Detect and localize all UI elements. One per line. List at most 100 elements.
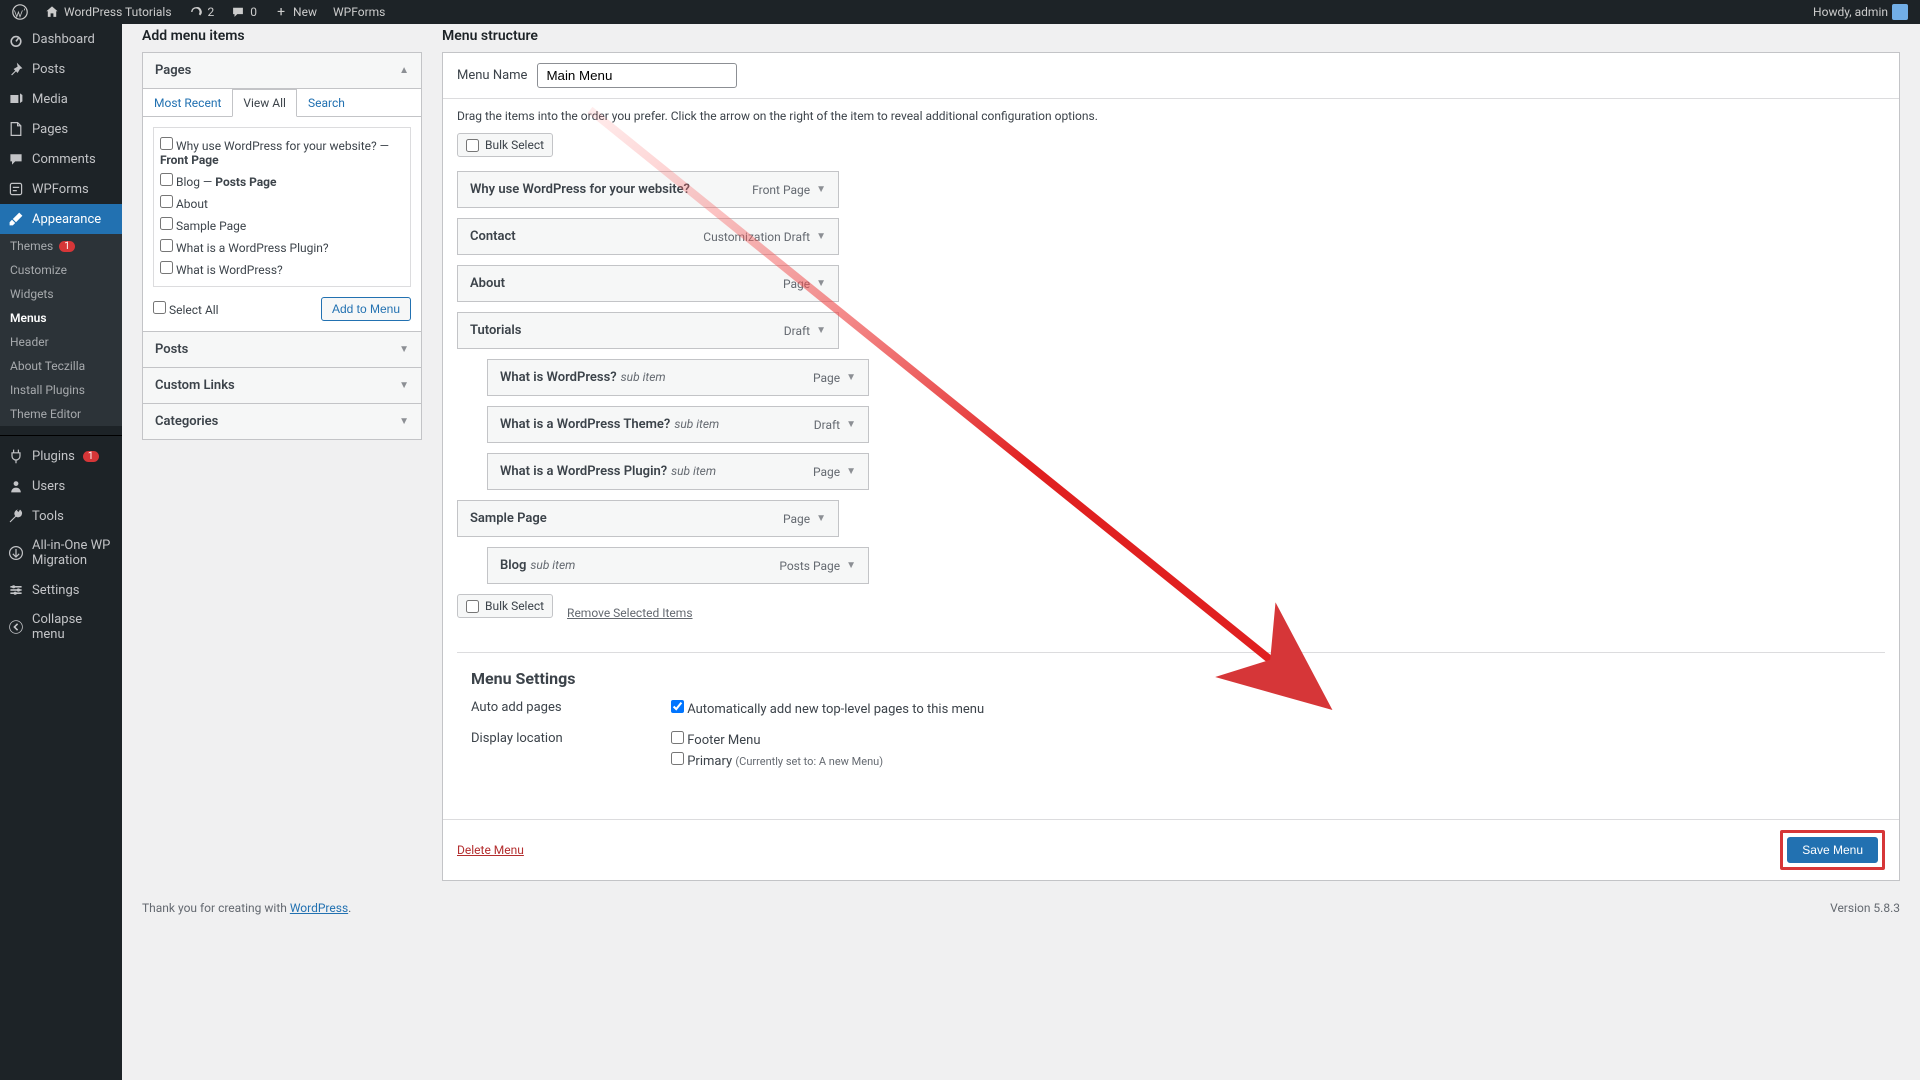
chevron-down-icon[interactable]: ▼ — [816, 325, 826, 336]
menu-item[interactable]: What is a WordPress Theme?sub itemDraft▼ — [487, 406, 869, 443]
submenu-about-teczilla[interactable]: About Teczilla — [0, 354, 122, 378]
categories-accordion-toggle[interactable]: Categories ▼ — [143, 404, 421, 439]
chevron-down-icon[interactable]: ▼ — [816, 184, 826, 195]
page-option[interactable]: About — [160, 192, 404, 214]
auto-add-checkbox[interactable] — [671, 700, 684, 713]
primary-checkbox[interactable] — [671, 752, 684, 765]
footer-menu-option[interactable]: Footer Menu — [671, 731, 883, 748]
menu-item-bar[interactable]: ContactCustomization Draft▼ — [458, 219, 838, 254]
sidebar-item-tools[interactable]: Tools — [0, 501, 122, 531]
chevron-down-icon[interactable]: ▼ — [846, 372, 856, 383]
comments-link[interactable]: 0 — [224, 4, 263, 20]
sidebar-item-media[interactable]: Media — [0, 84, 122, 114]
howdy-link[interactable]: Howdy, admin — [1807, 4, 1914, 20]
submenu-install-plugins[interactable]: Install Plugins — [0, 378, 122, 402]
add-to-menu-button[interactable]: Add to Menu — [321, 297, 411, 321]
sidebar-item-settings[interactable]: Settings — [0, 575, 122, 605]
wordpress-link[interactable]: WordPress — [290, 901, 348, 915]
menu-item-bar[interactable]: What is a WordPress Plugin?sub itemPage▼ — [488, 454, 868, 489]
menu-item-type: Page — [813, 465, 840, 479]
sidebar-item-collapse-menu[interactable]: Collapse menu — [0, 605, 122, 649]
sidebar-item-plugins[interactable]: Plugins1 — [0, 441, 122, 471]
footer-menu-checkbox[interactable] — [671, 731, 684, 744]
page-option[interactable]: What is a WordPress Plugin? — [160, 236, 404, 258]
menu-item[interactable]: TutorialsDraft▼ — [457, 312, 839, 349]
menu-name-input[interactable] — [537, 63, 737, 88]
sidebar-item-wpforms[interactable]: WPForms — [0, 174, 122, 204]
submenu-header[interactable]: Header — [0, 330, 122, 354]
page-option[interactable]: Sample Page — [160, 214, 404, 236]
submenu-themes[interactable]: Themes1 — [0, 234, 122, 258]
page-checkbox[interactable] — [160, 261, 173, 274]
chevron-down-icon[interactable]: ▼ — [846, 419, 856, 430]
chevron-down-icon[interactable]: ▼ — [846, 560, 856, 571]
menu-item[interactable]: What is WordPress?sub itemPage▼ — [487, 359, 869, 396]
select-all-toggle[interactable]: Select All — [153, 301, 219, 317]
sidebar-item-label: Settings — [32, 583, 79, 598]
submenu-theme-editor[interactable]: Theme Editor — [0, 402, 122, 426]
chevron-down-icon[interactable]: ▼ — [846, 466, 856, 477]
tab-search[interactable]: Search — [297, 89, 356, 117]
menu-item[interactable]: What is a WordPress Plugin?sub itemPage▼ — [487, 453, 869, 490]
primary-option[interactable]: Primary (Currently set to: A new Menu) — [671, 752, 883, 769]
posts-accordion-toggle[interactable]: Posts ▼ — [143, 332, 421, 367]
sidebar-item-users[interactable]: Users — [0, 471, 122, 501]
pages-accordion-toggle[interactable]: Pages ▲ — [143, 53, 421, 88]
auto-add-text: Automatically add new top-level pages to… — [687, 702, 984, 717]
sidebar-item-pages[interactable]: Pages — [0, 114, 122, 144]
submenu-customize[interactable]: Customize — [0, 258, 122, 282]
submenu-menus[interactable]: Menus — [0, 306, 122, 330]
submenu-widgets[interactable]: Widgets — [0, 282, 122, 306]
menu-item-bar[interactable]: AboutPage▼ — [458, 266, 838, 301]
chevron-down-icon[interactable]: ▼ — [816, 513, 826, 524]
chevron-down-icon[interactable]: ▼ — [816, 231, 826, 242]
menu-item-bar[interactable]: TutorialsDraft▼ — [458, 313, 838, 348]
tab-most-recent[interactable]: Most Recent — [143, 89, 232, 117]
menu-item-bar[interactable]: Why use WordPress for your website?Front… — [458, 172, 838, 207]
bulk-checkbox-bottom[interactable] — [466, 600, 479, 613]
select-all-label: Select All — [169, 303, 219, 317]
custom-links-accordion-toggle[interactable]: Custom Links ▼ — [143, 368, 421, 403]
delete-menu-link[interactable]: Delete Menu — [457, 843, 524, 857]
site-link[interactable]: WordPress Tutorials — [38, 4, 178, 20]
bulk-select-top[interactable]: Bulk Select — [457, 133, 553, 157]
pages-accordion: Pages ▲ Most Recent View All Search Why … — [142, 52, 422, 332]
page-checkbox[interactable] — [160, 173, 173, 186]
page-checkbox[interactable] — [160, 195, 173, 208]
select-all-checkbox[interactable] — [153, 301, 166, 314]
menu-item-bar[interactable]: Blogsub itemPosts Page▼ — [488, 548, 868, 583]
sidebar-item-all-in-one-wp-migration[interactable]: All-in-One WP Migration — [0, 531, 122, 575]
sidebar-item-appearance[interactable]: Appearance — [0, 204, 122, 234]
remove-selected-link[interactable]: Remove Selected Items — [567, 606, 692, 620]
menu-item[interactable]: ContactCustomization Draft▼ — [457, 218, 839, 255]
sidebar-item-dashboard[interactable]: Dashboard — [0, 24, 122, 54]
primary-text: Primary — [687, 754, 732, 769]
new-link[interactable]: + New — [267, 4, 323, 20]
user-icon — [8, 478, 24, 494]
menu-item[interactable]: Sample PagePage▼ — [457, 500, 839, 537]
wpforms-link[interactable]: WPForms — [327, 5, 391, 19]
menu-item-bar[interactable]: What is WordPress?sub itemPage▼ — [488, 360, 868, 395]
submenu-label: Install Plugins — [10, 383, 85, 397]
page-option[interactable]: What is WordPress? — [160, 258, 404, 280]
menu-item[interactable]: AboutPage▼ — [457, 265, 839, 302]
chevron-down-icon[interactable]: ▼ — [816, 278, 826, 289]
menu-item-bar[interactable]: Sample PagePage▼ — [458, 501, 838, 536]
sidebar-item-posts[interactable]: Posts — [0, 54, 122, 84]
save-menu-button[interactable]: Save Menu — [1787, 837, 1878, 863]
menu-item[interactable]: Blogsub itemPosts Page▼ — [487, 547, 869, 584]
wp-logo-icon[interactable] — [6, 4, 34, 20]
bulk-checkbox-top[interactable] — [466, 139, 479, 152]
page-checkbox[interactable] — [160, 239, 173, 252]
page-option[interactable]: Blog — Posts Page — [160, 170, 404, 192]
page-checkbox[interactable] — [160, 137, 173, 150]
page-checkbox[interactable] — [160, 217, 173, 230]
bulk-select-bottom[interactable]: Bulk Select — [457, 594, 553, 618]
updates-link[interactable]: 2 — [182, 4, 221, 20]
sidebar-item-comments[interactable]: Comments — [0, 144, 122, 174]
tab-view-all[interactable]: View All — [232, 89, 297, 117]
page-option[interactable]: Why use WordPress for your website? — Fr… — [160, 134, 404, 170]
menu-item[interactable]: Why use WordPress for your website?Front… — [457, 171, 839, 208]
menu-item-bar[interactable]: What is a WordPress Theme?sub itemDraft▼ — [488, 407, 868, 442]
auto-add-option[interactable]: Automatically add new top-level pages to… — [671, 700, 984, 717]
